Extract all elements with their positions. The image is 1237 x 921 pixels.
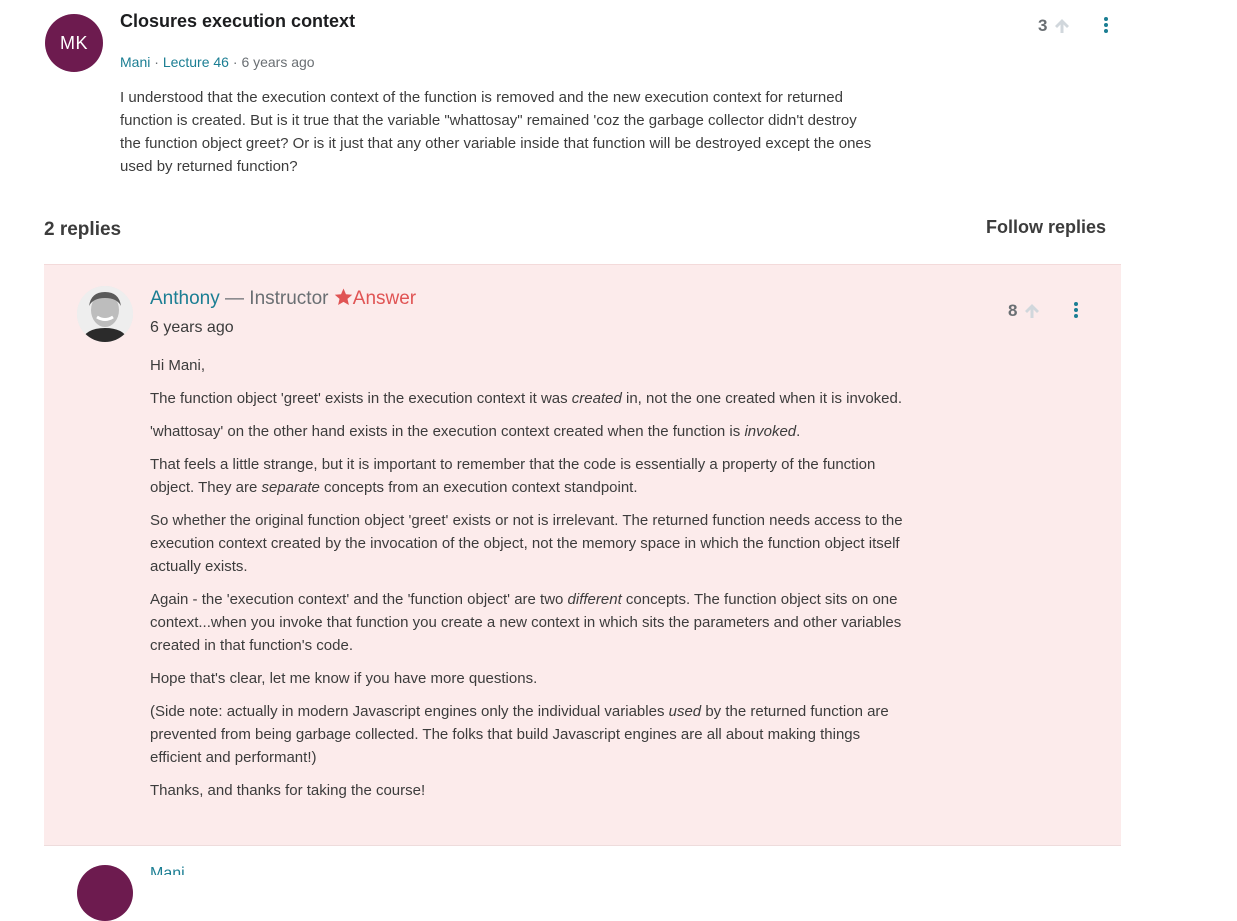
- answer-paragraph: Hope that's clear, let me know if you ha…: [150, 670, 538, 687]
- answer-paragraph: Thanks, and thanks for taking the course…: [150, 782, 426, 799]
- answer-body: Hi Mani, The function object 'greet' exi…: [150, 354, 910, 812]
- lecture-link[interactable]: Lecture 46: [163, 54, 229, 70]
- vote-count: 3: [1038, 16, 1048, 35]
- avatar[interactable]: [77, 286, 133, 342]
- star-icon: [334, 288, 352, 306]
- follow-replies-button[interactable]: Follow replies: [986, 217, 1106, 238]
- answer-vote: 8: [1008, 301, 1041, 321]
- answer-paragraph: Again - the 'execution context' and the …: [150, 591, 902, 654]
- answer-time: 6 years ago: [150, 319, 234, 336]
- answer-paragraph: 'whattosay' on the other hand exists in …: [150, 423, 801, 440]
- instructor-photo: [77, 286, 133, 342]
- answer-author-link[interactable]: Anthony: [150, 288, 220, 309]
- answer-paragraph: The function object 'greet' exists in th…: [150, 390, 903, 407]
- question-body: I understood that the execution context …: [120, 89, 872, 175]
- answer-paragraph: (Side note: actually in modern Javascrip…: [150, 703, 889, 766]
- author-role: — Instructor: [219, 288, 334, 309]
- question-title: Closures execution context: [120, 11, 356, 31]
- avatar[interactable]: MK: [45, 14, 103, 72]
- answer-badge: Answer: [352, 288, 417, 309]
- avatar[interactable]: [77, 865, 133, 921]
- question-time: 6 years ago: [241, 54, 315, 70]
- question-author-link[interactable]: Mani: [120, 54, 150, 70]
- answer-paragraph: So whether the original function object …: [150, 512, 903, 575]
- kebab-menu-icon[interactable]: [1073, 301, 1079, 319]
- question-meta: Mani · Lecture 46 · 6 years ago: [120, 54, 315, 70]
- arrow-up-icon[interactable]: [1023, 302, 1041, 320]
- reply-author-link[interactable]: Mani: [150, 866, 185, 875]
- meta-separator: ·: [154, 54, 163, 70]
- replies-count: 2 replies: [44, 219, 122, 240]
- answer-paragraph: That feels a little strange, but it is i…: [150, 456, 876, 496]
- kebab-menu-icon[interactable]: [1103, 16, 1109, 34]
- answer-header: Anthony — Instructor Answer: [150, 288, 416, 310]
- question-vote: 3: [1038, 16, 1071, 36]
- answer-paragraph: Hi Mani,: [150, 357, 206, 374]
- arrow-up-icon[interactable]: [1053, 17, 1071, 35]
- vote-count: 8: [1008, 301, 1018, 320]
